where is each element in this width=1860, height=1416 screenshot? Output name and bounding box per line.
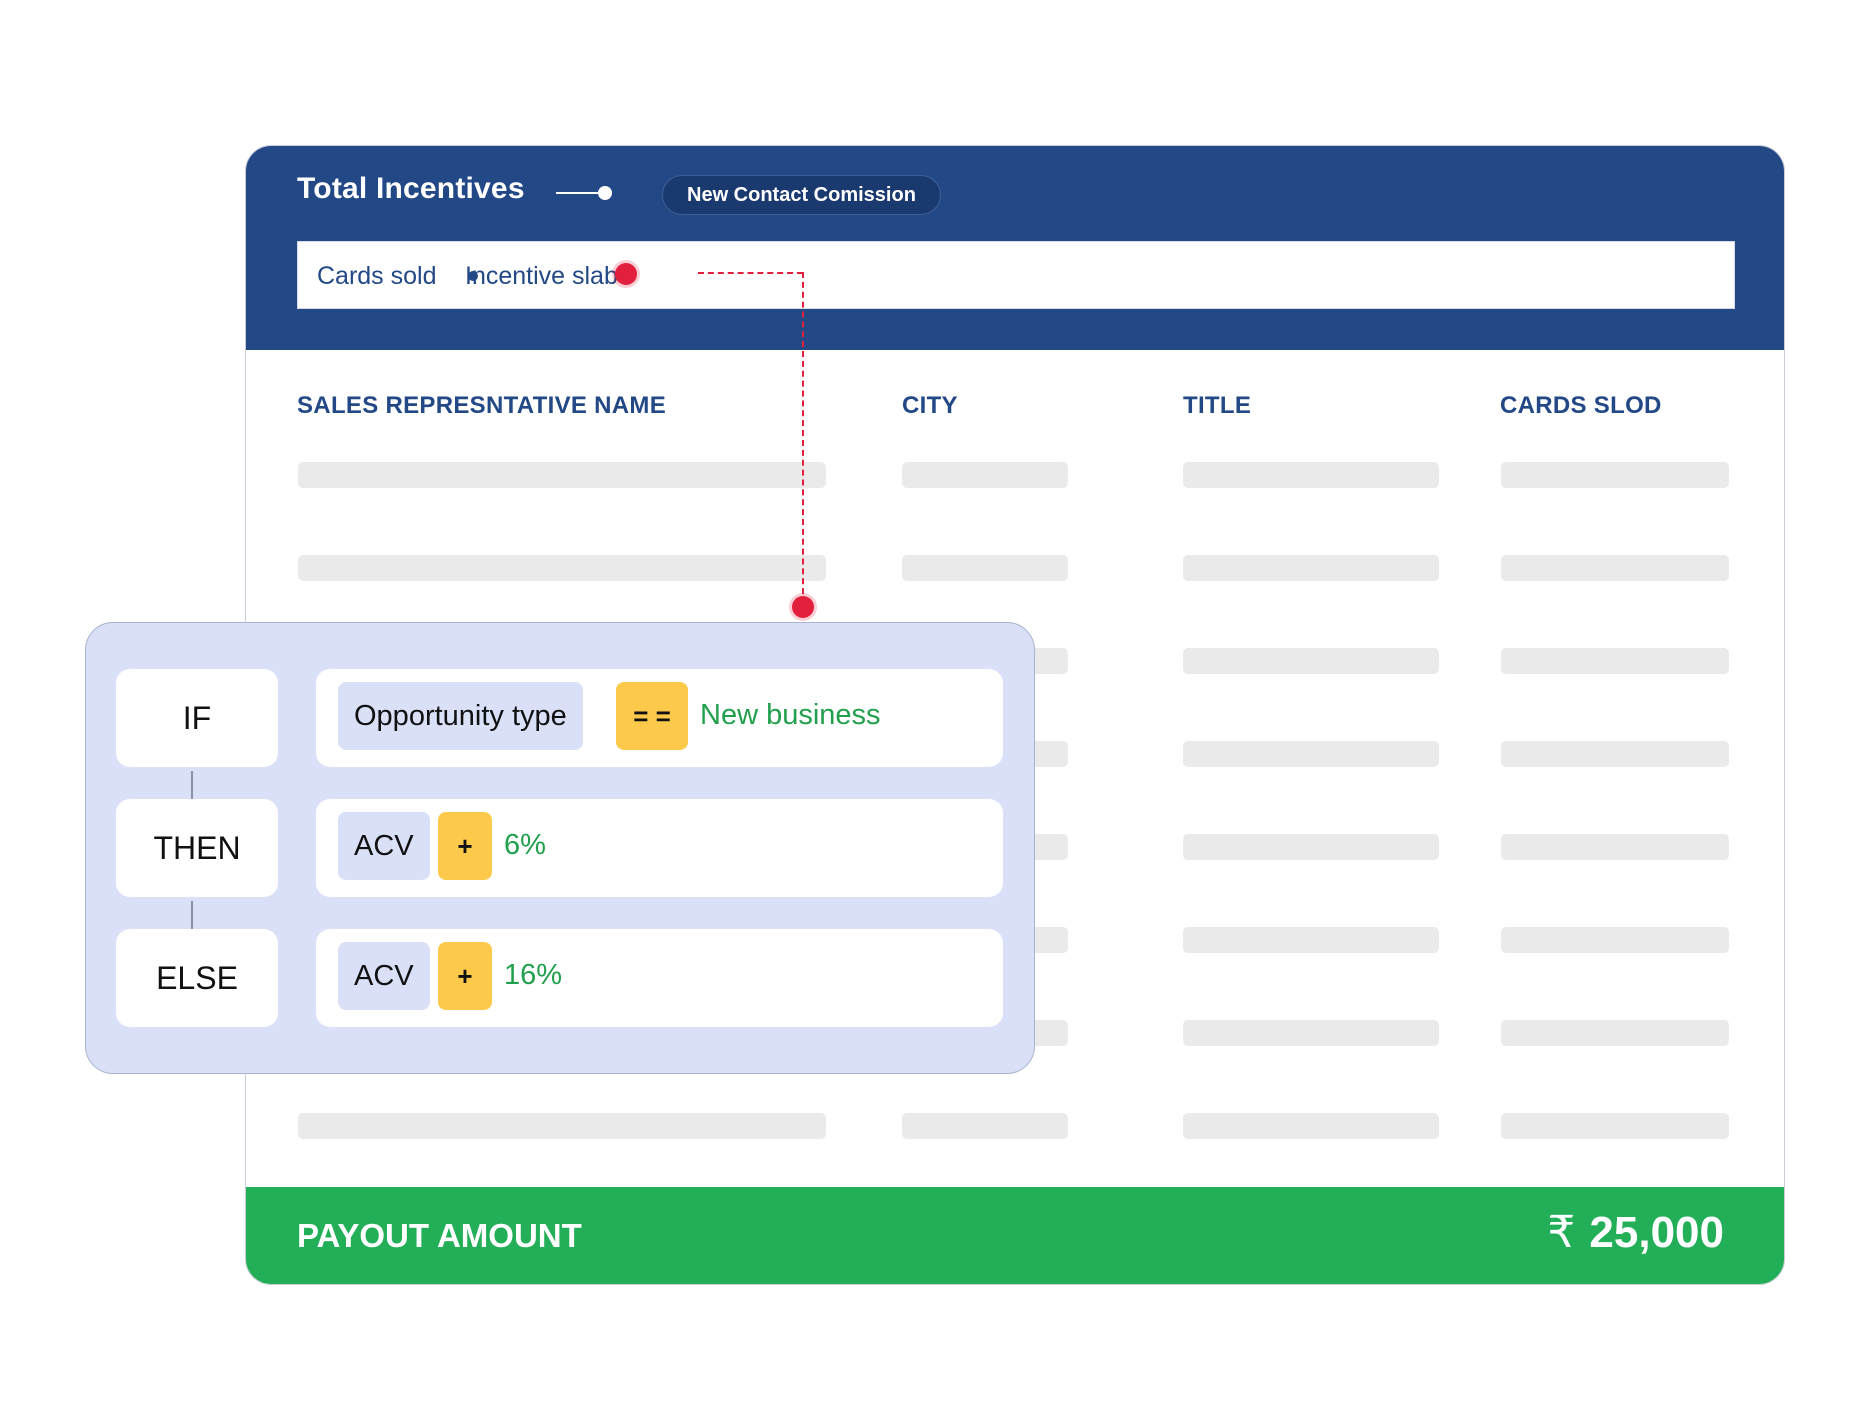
payout-label: PAYOUT AMOUNT — [297, 1217, 582, 1254]
operator-plus-chip[interactable]: + — [438, 812, 492, 880]
placeholder-cell — [1501, 555, 1729, 581]
column-header-title[interactable]: TITLE — [1183, 392, 1251, 420]
placeholder-cell — [298, 1113, 826, 1139]
placeholder-cell — [298, 462, 826, 488]
incentive-slab-anchor-dot — [615, 263, 637, 285]
placeholder-cell — [1501, 462, 1729, 488]
connector-dashed-vertical — [802, 272, 804, 604]
then-expression[interactable]: ACV + 6% — [316, 799, 1003, 897]
placeholder-cell — [1183, 834, 1439, 860]
filter-incentive-slab[interactable]: Incentive slab — [465, 262, 618, 291]
placeholder-cell — [1501, 741, 1729, 767]
placeholder-cell — [902, 462, 1068, 488]
payout-bar: PAYOUT AMOUNT ₹25,000 — [246, 1187, 1784, 1284]
filter-bar[interactable]: Cards sold Incentive slab — [297, 241, 1735, 309]
column-header-city[interactable]: CITY — [902, 392, 958, 420]
placeholder-cell — [1501, 1113, 1729, 1139]
card-title: Total Incentives — [297, 172, 525, 205]
placeholder-cell — [902, 555, 1068, 581]
if-expression[interactable]: Opportunity type = = New business — [316, 669, 1003, 767]
filter-cards-sold[interactable]: Cards sold — [317, 262, 437, 291]
placeholder-cell — [1501, 648, 1729, 674]
placeholder-cell — [1183, 927, 1439, 953]
placeholder-cell — [1183, 1020, 1439, 1046]
card-header: Total Incentives New Contact Comission C… — [246, 146, 1784, 350]
rule-anchor-dot — [792, 596, 814, 618]
commission-tag[interactable]: New Contact Comission — [662, 175, 941, 215]
then-value[interactable]: 6% — [504, 829, 546, 862]
placeholder-cell — [1183, 741, 1439, 767]
payout-value: 25,000 — [1589, 1208, 1724, 1257]
else-keyword: ELSE — [116, 929, 278, 1027]
field-chip-acv[interactable]: ACV — [338, 942, 430, 1010]
placeholder-cell — [298, 555, 826, 581]
connector-dot — [598, 186, 612, 200]
placeholder-cell — [902, 1113, 1068, 1139]
field-chip-opportunity-type[interactable]: Opportunity type — [338, 682, 583, 750]
else-value[interactable]: 16% — [504, 959, 562, 992]
connector-dashed-horizontal — [698, 272, 803, 274]
operator-equals-chip[interactable]: = = — [616, 682, 688, 750]
operator-plus-chip[interactable]: + — [438, 942, 492, 1010]
column-header-cards-sold[interactable]: CARDS SLOD — [1500, 392, 1662, 420]
payout-amount: ₹25,000 — [1547, 1207, 1724, 1258]
rupee-icon: ₹ — [1547, 1208, 1576, 1257]
column-header-name[interactable]: SALES REPRESNTATIVE NAME — [297, 392, 666, 420]
placeholder-cell — [1501, 927, 1729, 953]
if-value[interactable]: New business — [700, 699, 881, 732]
placeholder-cell — [1183, 555, 1439, 581]
if-keyword: IF — [116, 669, 278, 767]
field-chip-acv[interactable]: ACV — [338, 812, 430, 880]
rule-panel: IF Opportunity type = = New business THE… — [85, 622, 1035, 1074]
placeholder-cell — [1183, 648, 1439, 674]
else-expression[interactable]: ACV + 16% — [316, 929, 1003, 1027]
placeholder-cell — [1183, 1113, 1439, 1139]
placeholder-cell — [1183, 462, 1439, 488]
then-keyword: THEN — [116, 799, 278, 897]
placeholder-cell — [1501, 834, 1729, 860]
placeholder-cell — [1501, 1020, 1729, 1046]
